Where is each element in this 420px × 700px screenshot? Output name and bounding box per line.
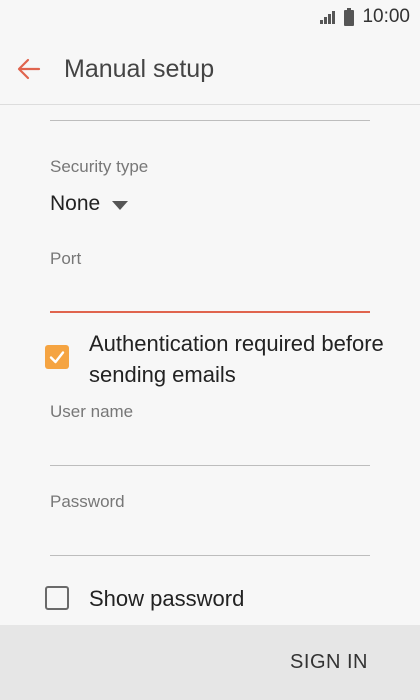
security-type-label: Security type [50, 157, 149, 176]
password-input[interactable] [50, 518, 370, 552]
previous-field-underline [50, 120, 370, 121]
user-name-input[interactable] [50, 428, 370, 462]
security-type-dropdown[interactable]: None [50, 189, 129, 219]
authentication-label[interactable]: Authentication required before sending e… [89, 328, 389, 390]
app-bar: Manual setup [0, 34, 420, 105]
password-underline [50, 555, 370, 556]
user-name-label: User name [50, 402, 134, 421]
port-label: Port [50, 249, 82, 268]
dropdown-arrow-icon [112, 200, 129, 210]
port-input[interactable] [50, 275, 370, 309]
back-arrow-icon [17, 58, 41, 80]
back-button[interactable] [14, 54, 44, 84]
password-label: Password [50, 492, 125, 511]
checkmark-icon [49, 351, 65, 364]
port-underline [50, 311, 370, 313]
authentication-checkbox[interactable] [45, 345, 69, 369]
user-name-underline [50, 465, 370, 466]
security-type-value: None [50, 192, 101, 215]
show-password-checkbox[interactable] [45, 586, 69, 610]
signal-icon [320, 11, 336, 24]
sign-in-button[interactable]: SIGN IN [290, 651, 368, 674]
battery-icon [344, 8, 355, 26]
page-title: Manual setup [64, 55, 215, 83]
status-icons: 10:00 [320, 6, 410, 28]
status-bar: 10:00 [0, 0, 420, 34]
status-clock: 10:00 [362, 6, 410, 27]
form-scroll-area[interactable]: Security type None Port Authentication r… [0, 105, 420, 625]
bottom-action-bar: SIGN IN [0, 625, 420, 700]
show-password-label[interactable]: Show password [89, 583, 389, 614]
